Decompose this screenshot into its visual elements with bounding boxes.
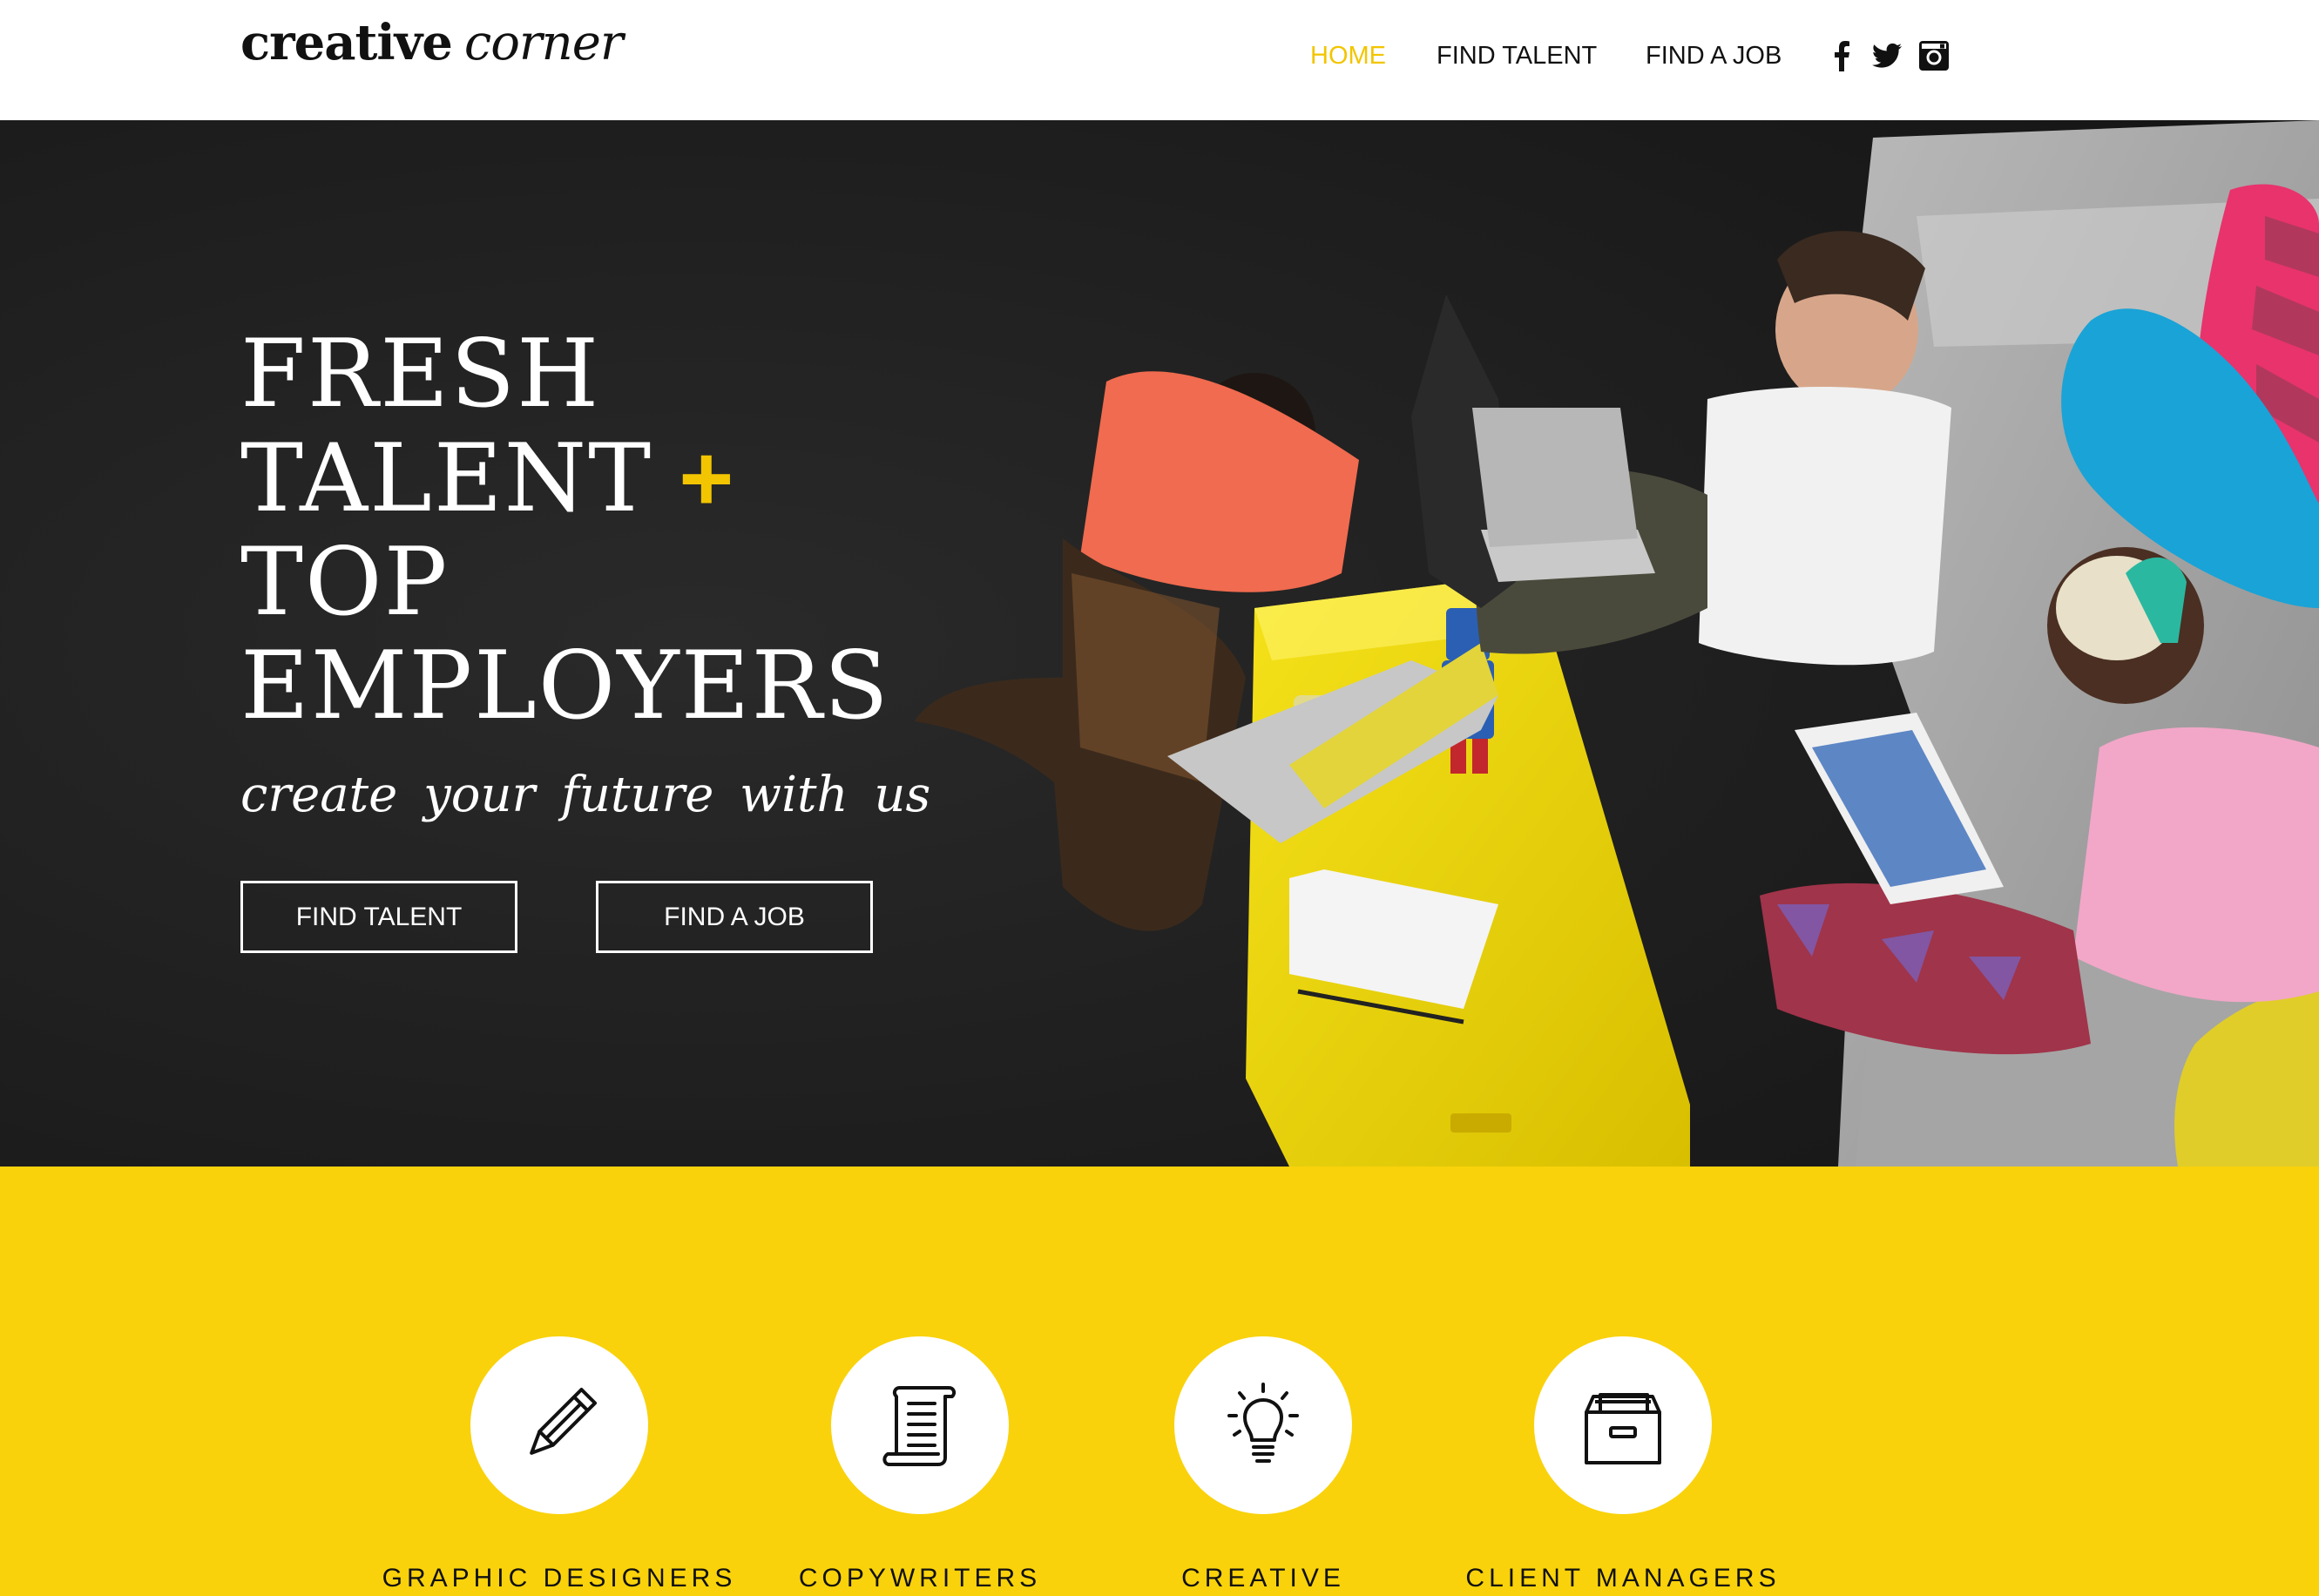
category-circle	[1174, 1336, 1352, 1514]
headline-line-top: TOP	[240, 528, 450, 637]
category-circle	[1534, 1336, 1712, 1514]
category-client-managers[interactable]: CLIENT MANAGERS	[1440, 1336, 1806, 1596]
category-circle	[831, 1336, 1009, 1514]
category-label: GRAPHIC DESIGNERS	[382, 1564, 737, 1593]
hero-headline: FRESH TALENT + TOP EMPLOYERS	[240, 322, 890, 738]
category-label: COPYWRITERS	[798, 1564, 1042, 1593]
headline-line-fresh: FRESH	[240, 320, 601, 429]
hero-tagline: create your future with us	[240, 767, 931, 823]
nav-find-talent-link[interactable]: FIND TALENT	[1437, 42, 1597, 71]
plus-icon: +	[679, 425, 736, 531]
instagram-icon[interactable]	[1917, 38, 1951, 73]
nav-home-link[interactable]: HOME	[1310, 42, 1386, 71]
scroll-icon	[882, 1386, 957, 1466]
pencil-icon	[530, 1387, 598, 1455]
hero-section: FRESH TALENT + TOP EMPLOYERS create your …	[0, 120, 2319, 1167]
site-header: creative corner HOME FIND TALENT FIND A J…	[0, 0, 2319, 120]
nav-find-job-link[interactable]: FIND A JOB	[1646, 42, 1782, 71]
logo-italic-text: corner	[463, 15, 624, 71]
category-label: CREATIVE DIRECTORS	[1181, 1564, 1345, 1593]
site-logo[interactable]: creative corner	[240, 14, 624, 71]
logo-bold-text: creative	[240, 14, 453, 71]
facebook-icon[interactable]	[1824, 38, 1859, 73]
category-circle	[470, 1336, 648, 1514]
headline-line-talent: TALENT	[240, 424, 653, 533]
category-graphic-designers[interactable]: GRAPHIC DESIGNERS	[376, 1336, 742, 1596]
filebox-icon	[1585, 1393, 1661, 1464]
find-talent-button[interactable]: FIND TALENT	[240, 881, 517, 953]
category-copywriters[interactable]: COPYWRITERS	[737, 1336, 1103, 1596]
find-job-button[interactable]: FIND A JOB	[596, 881, 873, 953]
categories-section: GRAPHIC DESIGNERS COPYWRITERS CREATIVE C…	[0, 1167, 2319, 1596]
category-creative-directors[interactable]: CREATIVE DIRECTORS	[1080, 1336, 1446, 1596]
headline-line-employers: EMPLOYERS	[240, 632, 890, 741]
twitter-icon[interactable]	[1869, 38, 1904, 73]
category-label: CLIENT MANAGERS	[1465, 1564, 1781, 1593]
lightbulb-icon	[1227, 1383, 1299, 1463]
